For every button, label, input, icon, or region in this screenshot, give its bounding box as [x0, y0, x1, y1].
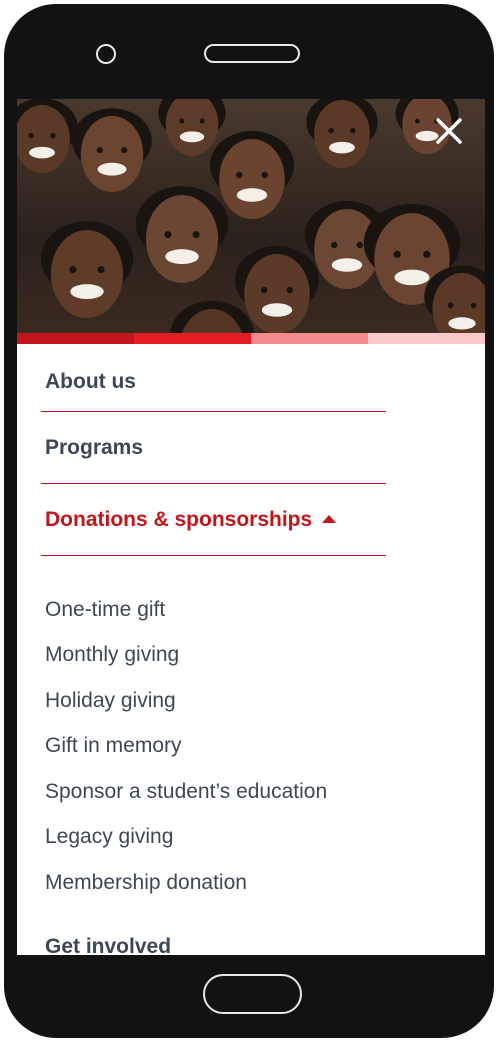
menu-item-donations-sponsorships[interactable]: Donations & sponsorships	[41, 484, 386, 556]
face	[145, 195, 219, 283]
submenu-item-legacy-giving[interactable]: Legacy giving	[45, 815, 465, 861]
face-eye	[69, 266, 77, 274]
submenu-item-gift-in-memory[interactable]: Gift in memory	[45, 724, 465, 770]
progress-segment-2	[134, 333, 251, 344]
hero-photo-illustration	[17, 99, 485, 333]
face-smile	[329, 141, 355, 154]
face-eye	[423, 250, 431, 259]
face-smile	[165, 249, 199, 265]
menu-item-programs[interactable]: Programs	[41, 412, 386, 484]
face-smile	[448, 317, 476, 330]
screen: About us Programs Donations & sponsorshi…	[17, 99, 485, 955]
menu-item-get-involved[interactable]: Get involved	[45, 935, 171, 955]
menu-item-label: Programs	[45, 435, 144, 459]
face-eye	[356, 241, 363, 249]
face-eye	[350, 127, 356, 134]
face-eye	[192, 231, 200, 239]
face-eye	[331, 241, 338, 249]
face-eye	[236, 171, 243, 179]
face	[244, 254, 310, 333]
menu-item-label: Donations & sponsorships	[45, 507, 313, 531]
face-eye	[286, 286, 293, 294]
hero-image	[17, 99, 485, 333]
face-smile	[331, 258, 363, 272]
close-icon	[436, 118, 462, 144]
caret-up-icon	[322, 514, 337, 523]
progress-segment-4	[368, 333, 485, 344]
face-eye	[261, 286, 268, 294]
progress-bar	[17, 333, 485, 344]
face-smile	[394, 269, 430, 286]
face	[80, 116, 144, 192]
face-eye	[50, 132, 56, 139]
submenu-item-sponsor-student[interactable]: Sponsor a student’s education	[45, 769, 465, 815]
progress-segment-1	[17, 333, 134, 344]
face	[314, 100, 370, 168]
face-smile	[29, 146, 55, 159]
menu-item-label: About us	[45, 369, 136, 393]
face-eye	[470, 302, 477, 309]
face-eye	[96, 147, 103, 154]
face	[50, 230, 124, 318]
menu-item-about-us[interactable]: About us	[41, 344, 386, 412]
submenu-item-one-time-gift[interactable]: One-time gift	[45, 587, 465, 633]
phone-frame: About us Programs Donations & sponsorshi…	[4, 4, 494, 1038]
face-eye	[199, 118, 205, 124]
face-eye	[164, 231, 172, 239]
main-menu: About us Programs Donations & sponsorshi…	[41, 344, 386, 556]
donations-submenu: One-time gift Monthly giving Holiday giv…	[45, 587, 465, 906]
face-eye	[179, 118, 185, 124]
face-eye	[447, 302, 454, 309]
submenu-item-monthly-giving[interactable]: Monthly giving	[45, 633, 465, 679]
face-eye	[28, 132, 34, 139]
face-smile	[179, 131, 205, 143]
submenu-item-membership-donation[interactable]: Membership donation	[45, 860, 465, 906]
face	[219, 139, 285, 219]
face-eye	[328, 127, 334, 134]
face-eye	[415, 118, 420, 124]
home-button[interactable]	[203, 974, 302, 1014]
face-eye	[121, 147, 128, 154]
face-smile	[261, 303, 293, 317]
face-eye	[393, 250, 401, 259]
face-smile	[97, 162, 127, 176]
face-eye	[97, 266, 105, 274]
face	[165, 99, 219, 156]
face-smile	[70, 284, 104, 300]
front-camera	[96, 44, 116, 64]
face-eye	[261, 171, 268, 179]
face-smile	[236, 188, 268, 202]
submenu-item-holiday-giving[interactable]: Holiday giving	[45, 678, 465, 724]
progress-segment-3	[251, 333, 368, 344]
earpiece-speaker	[204, 44, 300, 63]
close-button[interactable]	[429, 111, 469, 151]
